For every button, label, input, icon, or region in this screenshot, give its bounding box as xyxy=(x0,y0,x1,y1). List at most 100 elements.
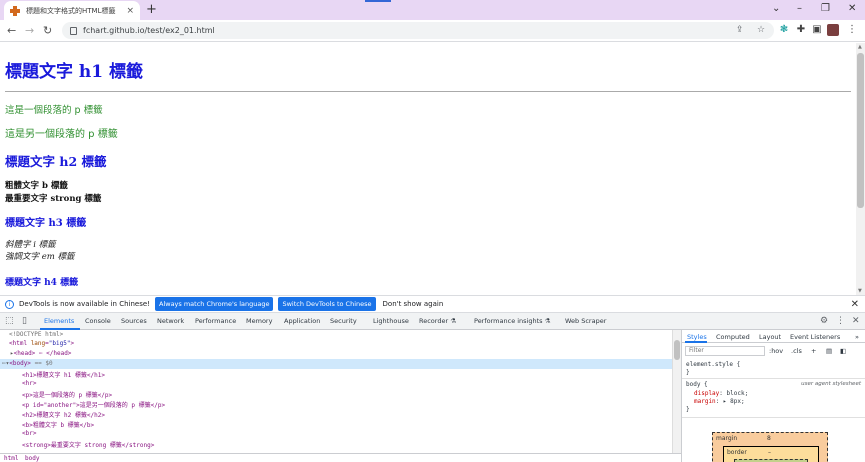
scroll-up-icon[interactable]: ▲ xyxy=(858,44,862,50)
tab-recorder[interactable]: Recorder ⚗ xyxy=(419,317,456,325)
always-match-language-button[interactable]: Always match Chrome's language xyxy=(155,297,274,311)
elements-scrollbar-thumb[interactable] xyxy=(674,340,680,360)
reload-icon[interactable]: ↻ xyxy=(43,24,52,38)
html-open-tag: <html xyxy=(9,340,31,347)
styles-filter-input[interactable]: Filter xyxy=(685,346,765,356)
switch-to-chinese-button[interactable]: Switch DevTools to Chinese xyxy=(278,297,376,311)
tab-application[interactable]: Application xyxy=(284,317,320,325)
head-node[interactable]: ▸<head> ⋯ </head> xyxy=(10,350,71,357)
elements-scrollbar[interactable] xyxy=(672,330,681,453)
hov-toggle[interactable]: :hov xyxy=(769,347,783,355)
bookmark-star-icon[interactable]: ☆ xyxy=(757,25,765,35)
tab-event-listeners[interactable]: Event Listeners xyxy=(790,333,840,341)
more-tabs-icon[interactable]: » xyxy=(855,333,859,341)
dom-line-b[interactable]: <b>粗體文字 b 標籤</b> xyxy=(22,420,94,429)
tab-close-icon[interactable]: × xyxy=(126,6,134,16)
extensions-puzzle-icon[interactable]: ✚ xyxy=(795,24,807,36)
computed-sidebar-icon[interactable]: ◧ xyxy=(840,347,846,355)
page-favicon-icon xyxy=(10,5,20,16)
display-value: block; xyxy=(726,390,749,397)
share-icon[interactable]: ⇪ xyxy=(736,25,744,35)
dont-show-again-link[interactable]: Don't show again xyxy=(383,300,444,308)
settings-gear-icon[interactable]: ⚙ xyxy=(820,316,828,326)
device-toolbar-icon[interactable]: ▯ xyxy=(22,316,27,326)
border-value-top[interactable]: – xyxy=(768,449,771,456)
html-lang-attr: lang xyxy=(30,340,46,347)
dom-line-p1[interactable]: <p>這是一個段落的 p 標籤</p> xyxy=(22,390,112,399)
tab-search-icon[interactable]: ⌄ xyxy=(772,3,780,14)
rule-separator xyxy=(682,378,865,379)
inspect-element-icon[interactable]: ⬚ xyxy=(5,316,14,326)
side-panel-icon[interactable]: ▣ xyxy=(811,24,823,36)
emphasis-text: 強調文字 em 標籤 xyxy=(5,252,75,262)
dom-line-hr[interactable]: <hr> xyxy=(22,380,36,387)
page-viewport: 標題文字 h1 標籤 這是一個段落的 p 標籤 這是另一個段落的 p 標籤 標題… xyxy=(0,43,856,295)
tab-sources[interactable]: Sources xyxy=(121,317,147,325)
dom-line-p2[interactable]: <p id="another">這是另一個段落的 p 標籤</p> xyxy=(22,400,165,409)
tab-title: 標題和文字格式的HTML標籤 xyxy=(26,6,116,15)
toggle-print-icon[interactable]: ▤ xyxy=(826,347,832,355)
selected-node-highlight xyxy=(0,359,672,369)
browser-tab[interactable]: 標題和文字格式的HTML標籤 × xyxy=(4,1,140,20)
minimize-button[interactable]: – xyxy=(797,3,802,14)
display-declaration[interactable]: display: block; xyxy=(694,390,748,397)
tab-performance[interactable]: Performance xyxy=(195,317,236,325)
infobar-close-icon[interactable]: ✕ xyxy=(851,299,859,310)
heading-h4: 標題文字 h4 標籤 xyxy=(5,278,79,288)
tab-elements[interactable]: Elements xyxy=(44,317,74,325)
new-rule-plus-icon[interactable]: + xyxy=(811,347,816,355)
maximize-button[interactable]: ❐ xyxy=(821,3,830,14)
breadcrumb-body[interactable]: body xyxy=(25,455,39,462)
tab-lighthouse[interactable]: Lighthouse xyxy=(373,317,409,325)
close-window-button[interactable]: ✕ xyxy=(848,3,856,14)
box-model-margin[interactable]: margin 8 border – xyxy=(712,432,828,462)
page-scrollbar-thumb[interactable] xyxy=(857,53,864,208)
devtools-tab-bar: ⬚ ▯ Elements Console Sources Network Per… xyxy=(0,313,865,330)
head-node-text: <head> ⋯ </head> xyxy=(13,350,72,357)
html-node[interactable]: <html lang="big5"> xyxy=(9,340,74,347)
dom-line-br[interactable]: <br> xyxy=(22,430,36,437)
doctype-node[interactable]: <!DOCTYPE html> xyxy=(9,331,63,338)
profile-avatar[interactable] xyxy=(827,24,839,36)
tab-strip: 標題和文字格式的HTML標籤 × + ⌄ – ❐ ✕ xyxy=(0,0,865,20)
dom-line-h2[interactable]: <h2>標題文字 h2 標籤</h2> xyxy=(22,410,105,419)
margin-value-top[interactable]: 8 xyxy=(767,435,771,442)
extension-icon[interactable]: ❃ xyxy=(778,24,790,36)
devtools-close-icon[interactable]: ✕ xyxy=(852,316,860,326)
tab-layout[interactable]: Layout xyxy=(759,333,781,341)
lock-icon[interactable] xyxy=(70,26,77,35)
heading-h2: 標題文字 h2 標籤 xyxy=(5,154,107,169)
margin-label: margin xyxy=(716,435,738,442)
new-tab-button[interactable]: + xyxy=(146,2,157,18)
horizontal-rule xyxy=(5,91,851,92)
dom-line-strong[interactable]: <strong>最重要文字 strong 標籤</strong> xyxy=(22,440,154,449)
menu-kebab-icon[interactable]: ⋮ xyxy=(846,24,858,36)
tab-security[interactable]: Security xyxy=(330,317,357,325)
display-prop: display xyxy=(694,390,720,397)
body-rule-selector[interactable]: body { xyxy=(686,381,708,388)
tab-performance-insights[interactable]: Performance insights ⚗ xyxy=(474,317,550,325)
devtools-menu-icon[interactable]: ⋮ xyxy=(836,316,845,326)
body-node[interactable]: ⋯▾<body> == $0 xyxy=(2,360,53,367)
user-agent-label: user agent stylesheet xyxy=(801,381,861,387)
tab-console[interactable]: Console xyxy=(85,317,111,325)
tab-memory[interactable]: Memory xyxy=(246,317,272,325)
element-style-rule[interactable]: element.style { xyxy=(686,361,740,368)
body-rule-close: } xyxy=(686,406,690,413)
tab-styles[interactable]: Styles xyxy=(687,333,707,341)
tab-web-scraper[interactable]: Web Scraper xyxy=(565,317,606,325)
breadcrumb-html[interactable]: html xyxy=(4,455,18,462)
address-bar[interactable]: fchart.github.io/test/ex2_01.html xyxy=(62,22,774,39)
back-arrow-icon[interactable]: ← xyxy=(7,24,16,38)
box-model-border[interactable]: border – xyxy=(723,446,819,462)
url-text[interactable]: fchart.github.io/test/ex2_01.html xyxy=(83,26,215,35)
page-scrollbar[interactable]: ▲ ▼ xyxy=(856,43,865,295)
cls-toggle[interactable]: .cls xyxy=(791,347,802,355)
tab-computed[interactable]: Computed xyxy=(716,333,750,341)
margin-declaration[interactable]: margin: ▸ 8px; xyxy=(694,398,745,405)
dom-line-h1[interactable]: <h1>標題文字 h1 標籤</h1> xyxy=(22,370,105,379)
forward-arrow-icon[interactable]: → xyxy=(25,24,34,38)
tab-network[interactable]: Network xyxy=(157,317,184,325)
scroll-down-icon[interactable]: ▼ xyxy=(858,288,862,294)
styles-tab-bar: Styles Computed Layout Event Listeners » xyxy=(682,330,865,343)
